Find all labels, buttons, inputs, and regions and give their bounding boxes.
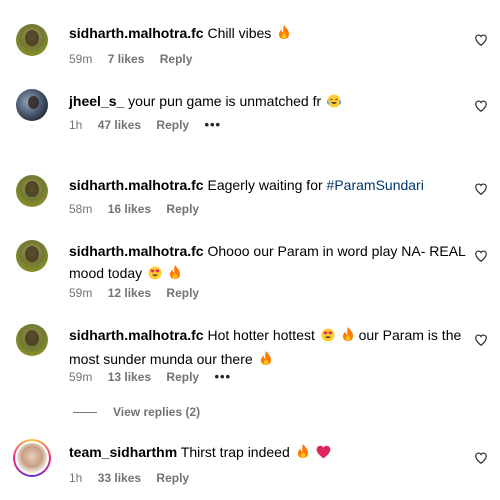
view-replies-button[interactable]: View replies (2) [73, 403, 200, 421]
heart-eyes-emoji-icon [148, 264, 162, 286]
comment-meta: 59m 12 likes Reply [69, 285, 211, 301]
comment-username[interactable]: sidharth.malhotra.fc [69, 25, 204, 41]
more-options-icon[interactable]: ••• [214, 369, 231, 384]
reply-button[interactable]: Reply [166, 202, 199, 216]
view-replies-label[interactable]: View replies (2) [113, 405, 200, 419]
comment-body: Hot hotter hottest [207, 327, 315, 343]
comment-likes[interactable]: 16 likes [108, 202, 151, 216]
comment-username[interactable]: jheel_s_ [69, 93, 124, 109]
comment-body: your pun game is unmatched fr [128, 93, 322, 109]
comment-meta: 59m 7 likes Reply [69, 51, 204, 67]
comment-meta: 1h 47 likes Reply ••• [69, 117, 233, 133]
comment-username[interactable]: team_sidharthm [69, 444, 177, 460]
comment-username[interactable]: sidharth.malhotra.fc [69, 177, 204, 193]
comment-meta: 59m 13 likes Reply ••• [69, 369, 243, 385]
comment-text: sidharth.malhotra.fc Eagerly waiting for… [69, 174, 469, 196]
avatar[interactable] [16, 324, 48, 356]
red-heart-emoji-icon [316, 443, 331, 465]
heart-outline-icon[interactable] [474, 182, 488, 196]
avatar[interactable] [16, 240, 48, 272]
heart-eyes-emoji-icon [321, 326, 335, 348]
fire-emoji-icon [277, 24, 291, 46]
more-options-icon[interactable]: ••• [204, 117, 221, 132]
reply-button[interactable]: Reply [156, 471, 189, 485]
comment-text: team_sidharthm Thirst trap indeed [69, 441, 469, 465]
comment-time: 1h [69, 471, 83, 485]
view-replies-divider [73, 412, 97, 414]
comment-username[interactable]: sidharth.malhotra.fc [69, 327, 204, 343]
comment-likes[interactable]: 7 likes [108, 52, 145, 66]
comment-time: 58m [69, 202, 93, 216]
comment-likes[interactable]: 13 likes [108, 370, 151, 384]
reply-button[interactable]: Reply [166, 286, 199, 300]
reply-button[interactable]: Reply [160, 52, 193, 66]
comment-text: jheel_s_ your pun game is unmatched fr [69, 90, 469, 114]
avatar [17, 443, 47, 473]
comment-meta: 58m 16 likes Reply [69, 201, 211, 217]
comment-body: Eagerly waiting for [207, 177, 323, 193]
heart-outline-icon[interactable] [474, 333, 488, 347]
comment-likes[interactable]: 12 likes [108, 286, 151, 300]
avatar[interactable] [16, 175, 48, 207]
avatar[interactable] [16, 89, 48, 121]
comment-time: 1h [69, 118, 83, 132]
reply-button[interactable]: Reply [166, 370, 199, 384]
comment-time: 59m [69, 286, 93, 300]
hashtag-link[interactable]: #ParamSundari [327, 177, 424, 193]
comment-text: sidharth.malhotra.fc Chill vibes [69, 22, 469, 46]
fire-emoji-icon [341, 326, 355, 348]
heart-outline-icon[interactable] [474, 99, 488, 113]
comment-time: 59m [69, 52, 93, 66]
heart-outline-icon[interactable] [474, 451, 488, 465]
avatar[interactable] [16, 24, 48, 56]
heart-outline-icon[interactable] [474, 249, 488, 263]
heart-outline-icon[interactable] [474, 33, 488, 47]
comment-time: 59m [69, 370, 93, 384]
avatar-story-ring[interactable] [13, 439, 51, 477]
comment-text: sidharth.malhotra.fc Hot hotter hottest … [69, 324, 469, 372]
fire-emoji-icon [168, 264, 182, 286]
comment-text: sidharth.malhotra.fc Ohooo our Param in … [69, 240, 469, 286]
comment-meta: 1h 33 likes Reply [69, 470, 201, 486]
reply-button[interactable]: Reply [156, 118, 189, 132]
fire-emoji-icon [259, 350, 273, 372]
comment-likes[interactable]: 33 likes [98, 471, 141, 485]
comment-likes[interactable]: 47 likes [98, 118, 141, 132]
comment-username[interactable]: sidharth.malhotra.fc [69, 243, 204, 259]
comment-body: Thirst trap indeed [180, 444, 290, 460]
comment-body: Chill vibes [207, 25, 272, 41]
fire-emoji-icon [296, 443, 310, 465]
crying-laughing-emoji-icon [326, 92, 342, 114]
